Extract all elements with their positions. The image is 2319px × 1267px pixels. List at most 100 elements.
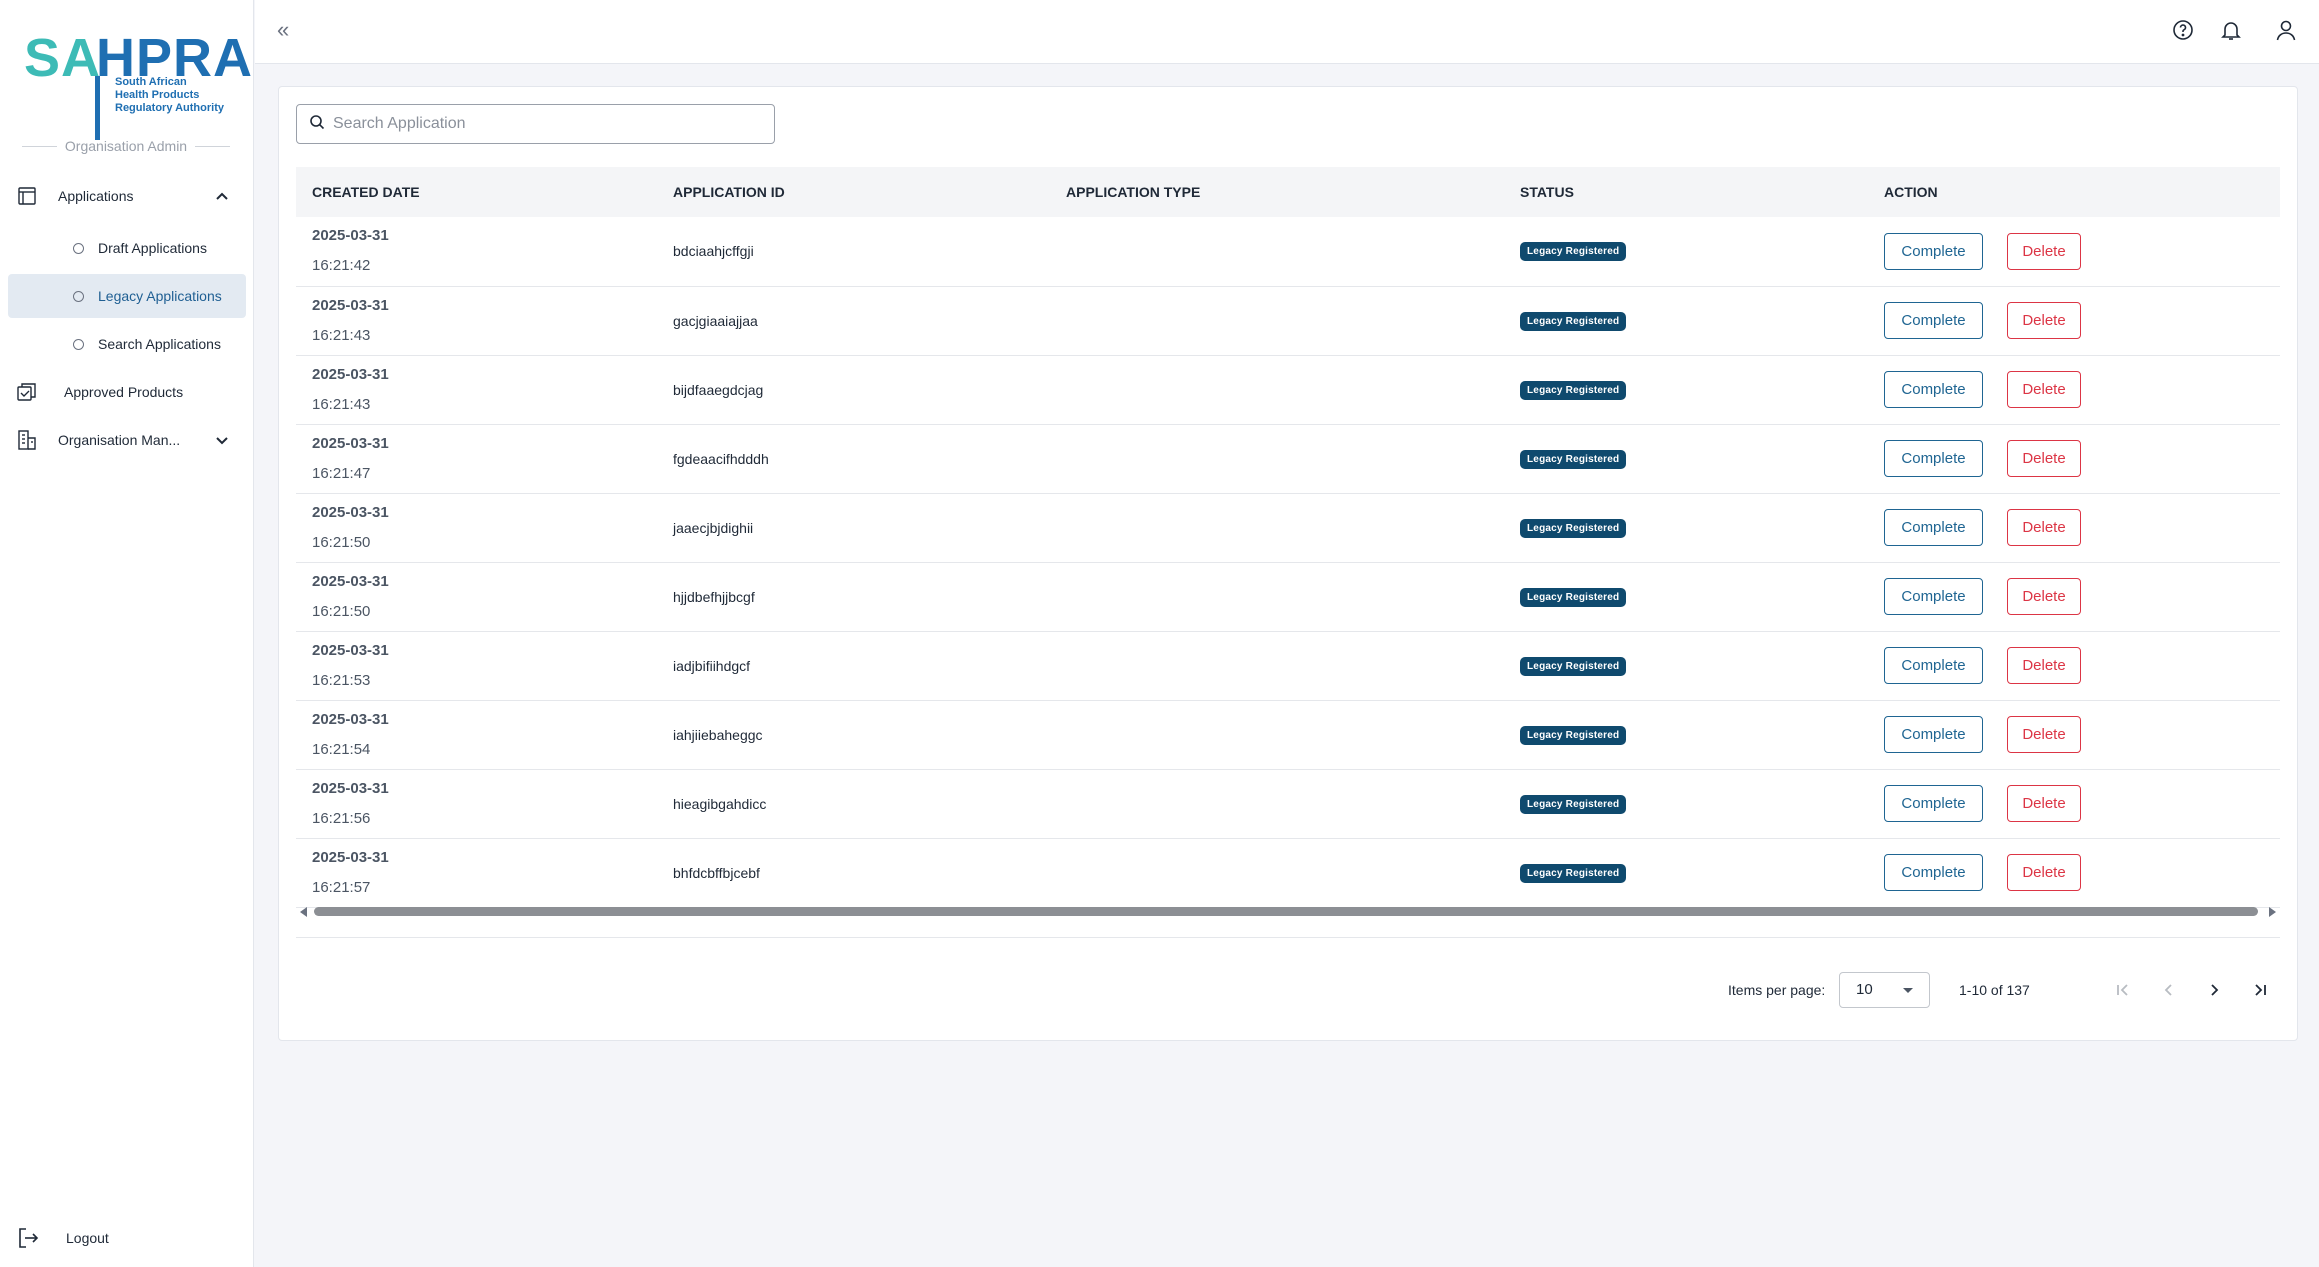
previous-page-button[interactable] xyxy=(2155,976,2183,1004)
application-type-cell xyxy=(1066,769,1520,838)
applications-icon xyxy=(16,185,38,207)
collapse-sidebar-icon[interactable]: « xyxy=(277,16,289,44)
delete-button[interactable]: Delete xyxy=(2007,440,2081,477)
table-row[interactable]: 2025-03-31 16:21:43 bijdfaaegdcjag Legac… xyxy=(296,355,2280,424)
complete-button[interactable]: Complete xyxy=(1884,578,1983,615)
sidebar-item-search-applications[interactable]: Search Applications xyxy=(8,322,246,366)
complete-button[interactable]: Complete xyxy=(1884,716,1983,753)
horizontal-scrollbar[interactable] xyxy=(296,905,2280,917)
table-row[interactable]: 2025-03-31 16:21:54 iahjiiebaheggc Legac… xyxy=(296,700,2280,769)
created-date-cell: 2025-03-31 16:21:47 xyxy=(296,424,673,493)
application-id-cell: bdciaahjcffgji xyxy=(673,243,754,260)
complete-button[interactable]: Complete xyxy=(1884,302,1983,339)
complete-button[interactable]: Complete xyxy=(1884,785,1983,822)
scroll-right-icon[interactable] xyxy=(2269,907,2276,917)
chevron-down-icon[interactable] xyxy=(212,430,232,450)
created-time: 16:21:47 xyxy=(312,464,371,482)
next-page-button[interactable] xyxy=(2200,976,2228,1004)
circle-icon xyxy=(73,338,84,350)
complete-button[interactable]: Complete xyxy=(1884,509,1983,546)
delete-button[interactable]: Delete xyxy=(2007,716,2081,753)
table-row[interactable]: 2025-03-31 16:21:56 hieagibgahdicc Legac… xyxy=(296,769,2280,838)
logo-subtitle-line: South African xyxy=(115,76,187,88)
action-cell: Complete Delete xyxy=(1884,217,2280,286)
scroll-left-icon[interactable] xyxy=(300,907,307,917)
action-cell: Complete Delete xyxy=(1884,562,2280,631)
created-time: 16:21:50 xyxy=(312,533,371,551)
scrollbar-thumb[interactable] xyxy=(314,907,2258,916)
created-date-cell: 2025-03-31 16:21:57 xyxy=(296,838,673,907)
search-box[interactable] xyxy=(296,104,775,144)
created-date-cell: 2025-03-31 16:21:43 xyxy=(296,355,673,424)
chevron-up-icon[interactable] xyxy=(212,186,232,206)
logout-button[interactable]: Logout xyxy=(8,1216,246,1260)
created-time: 16:21:43 xyxy=(312,326,371,344)
delete-button[interactable]: Delete xyxy=(2007,647,2081,684)
sidebar-item-draft-applications[interactable]: Draft Applications xyxy=(8,226,246,270)
created-time: 16:21:54 xyxy=(312,740,371,758)
last-page-button[interactable] xyxy=(2246,976,2274,1004)
items-per-page-select[interactable]: 10 xyxy=(1839,972,1930,1008)
sahpra-logo[interactable]: SA HPRA South African Health Products Re… xyxy=(24,28,252,140)
status-badge: Legacy Registered xyxy=(1520,863,1627,883)
table-row[interactable]: 2025-03-31 16:21:47 fgdeaacifhdddh Legac… xyxy=(296,424,2280,493)
sidebar-item-organisation-management[interactable]: Organisation Man... xyxy=(8,418,246,462)
table-row[interactable]: 2025-03-31 16:21:57 bhfdcbffbjcebf Legac… xyxy=(296,838,2280,907)
first-page-button[interactable] xyxy=(2109,976,2137,1004)
delete-button[interactable]: Delete xyxy=(2007,232,2081,270)
column-header-application-id[interactable]: APPLICATION ID xyxy=(673,167,1066,217)
first-page-icon xyxy=(2117,984,2128,996)
help-icon[interactable] xyxy=(2171,18,2197,44)
application-id-cell: hieagibgahdicc xyxy=(673,795,767,812)
items-per-page-value: 10 xyxy=(1856,981,1873,998)
complete-button[interactable]: Complete xyxy=(1884,371,1983,408)
action-cell: Complete Delete xyxy=(1884,769,2280,838)
application-id-cell: fgdeaacifhdddh xyxy=(673,450,769,467)
table-row[interactable]: 2025-03-31 16:21:43 gacjgiaaiajjaa Legac… xyxy=(296,286,2280,355)
sidebar-item-applications[interactable]: Applications xyxy=(8,174,246,218)
table-row[interactable]: 2025-03-31 16:21:42 bdciaahjcffgji Legac… xyxy=(296,217,2280,286)
sidebar-item-label: Search Applications xyxy=(98,336,221,352)
created-date: 2025-03-31 xyxy=(312,434,389,452)
paginator: Items per page: 10 1-10 of 137 xyxy=(279,972,2299,1008)
sidebar-item-legacy-applications[interactable]: Legacy Applications xyxy=(8,274,246,318)
user-icon[interactable] xyxy=(2274,18,2300,44)
items-per-page-label: Items per page: xyxy=(1728,982,1826,998)
application-type-cell xyxy=(1066,838,1520,907)
delete-button[interactable]: Delete xyxy=(2007,509,2081,546)
complete-button[interactable]: Complete xyxy=(1884,854,1983,891)
table-row[interactable]: 2025-03-31 16:21:50 jaaecjbjdighii Legac… xyxy=(296,493,2280,562)
complete-button[interactable]: Complete xyxy=(1884,440,1983,477)
column-header-application-type[interactable]: APPLICATION TYPE xyxy=(1066,167,1520,217)
created-time: 16:21:43 xyxy=(312,395,371,413)
created-time: 16:21:42 xyxy=(312,257,371,275)
action-cell: Complete Delete xyxy=(1884,286,2280,355)
column-header-created-date[interactable]: CREATED DATE xyxy=(296,167,673,217)
delete-button[interactable]: Delete xyxy=(2007,785,2081,822)
sidebar-item-label: Approved Products xyxy=(64,384,184,400)
sidebar-item-label: Draft Applications xyxy=(98,240,207,256)
sidebar-item-approved-products[interactable]: Approved Products xyxy=(8,370,246,414)
sidebar-item-label: Applications xyxy=(58,188,134,204)
delete-button[interactable]: Delete xyxy=(2007,302,2081,339)
column-header-status[interactable]: STATUS xyxy=(1520,167,1884,217)
top-bar: « xyxy=(255,0,2319,64)
bell-icon[interactable] xyxy=(2219,18,2245,44)
divider-line xyxy=(195,145,230,147)
page-range-label: 1-10 of 137 xyxy=(1959,982,2030,998)
created-date: 2025-03-31 xyxy=(312,227,389,245)
status-cell: Legacy Registered xyxy=(1520,700,1884,769)
status-badge: Legacy Registered xyxy=(1520,725,1627,745)
created-date: 2025-03-31 xyxy=(312,641,389,659)
status-cell: Legacy Registered xyxy=(1520,562,1884,631)
created-date-cell: 2025-03-31 16:21:43 xyxy=(296,286,673,355)
search-input[interactable] xyxy=(333,115,763,133)
table-row[interactable]: 2025-03-31 16:21:50 hjjdbefhjjbcgf Legac… xyxy=(296,562,2280,631)
delete-button[interactable]: Delete xyxy=(2007,578,2081,615)
table-row[interactable]: 2025-03-31 16:21:53 iadjbifiihdgcf Legac… xyxy=(296,631,2280,700)
delete-button[interactable]: Delete xyxy=(2007,854,2081,891)
delete-button[interactable]: Delete xyxy=(2007,371,2081,408)
sidebar-item-label: Organisation Man... xyxy=(58,432,181,448)
complete-button[interactable]: Complete xyxy=(1884,232,1983,270)
complete-button[interactable]: Complete xyxy=(1884,647,1983,684)
